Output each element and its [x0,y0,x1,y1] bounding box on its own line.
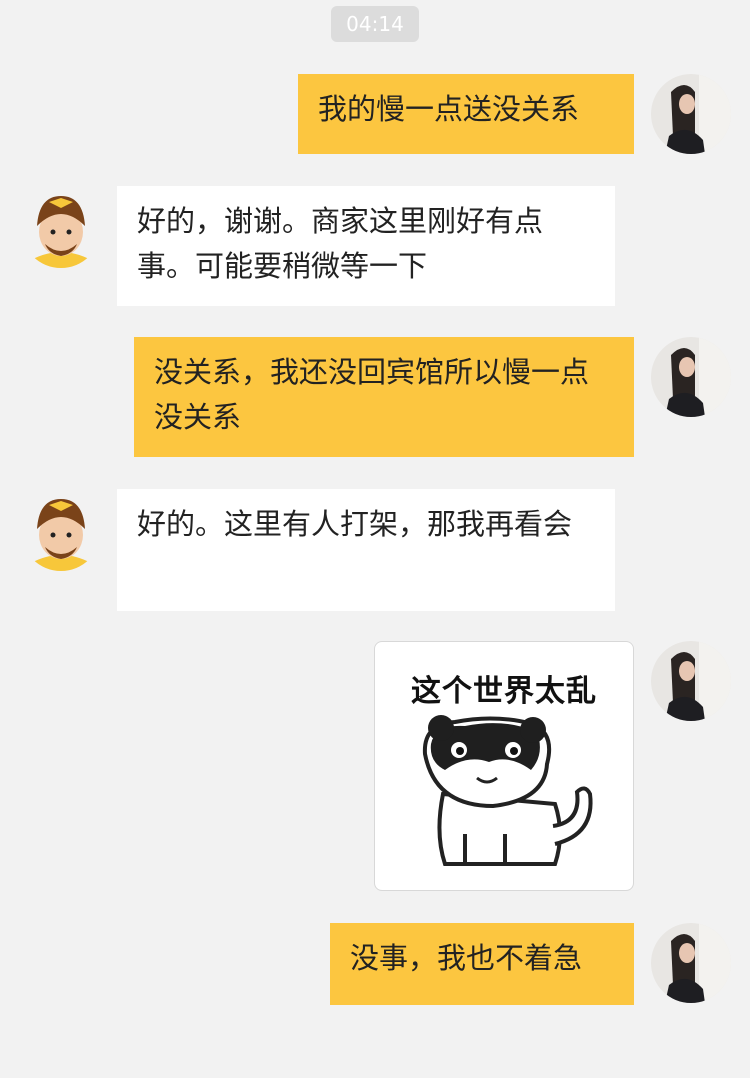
incoming-message-bubble[interactable]: 好的。这里有人打架，那我再看会 [117,489,615,611]
user-avatar[interactable] [651,74,731,154]
courier-avatar[interactable] [21,188,101,268]
message-text: 我的慢一点送没关系 [318,92,580,126]
sticker-message[interactable]: 这个世界太乱 [374,641,634,891]
timestamp: 04:14 [331,6,419,42]
message-text: 没事，我也不着急 [350,941,583,975]
sticker-caption: 这个世界太乱 [411,674,597,709]
courier-avatar[interactable] [21,491,101,571]
outgoing-message-bubble[interactable]: 没关系，我还没回宾馆所以慢一点没关系 [134,337,634,457]
user-photo-avatar-icon [651,641,731,721]
message-text: 好的，谢谢。商家这里刚好有点事。可能要稍微等一下 [137,204,544,283]
courier-cartoon-avatar-icon [21,491,101,571]
user-photo-avatar-icon [651,74,731,154]
outgoing-message-bubble[interactable]: 我的慢一点送没关系 [298,74,634,154]
user-avatar[interactable] [651,337,731,417]
outgoing-message-bubble[interactable]: 没事，我也不着急 [330,923,634,1005]
raccoon-cat-sticker-icon [422,715,593,866]
user-photo-avatar-icon [651,923,731,1003]
message-text: 没关系，我还没回宾馆所以慢一点没关系 [154,355,590,434]
message-text: 好的。这里有人打架，那我再看会 [137,507,573,541]
user-photo-avatar-icon [651,337,731,417]
user-avatar[interactable] [651,641,731,721]
incoming-message-bubble[interactable]: 好的，谢谢。商家这里刚好有点事。可能要稍微等一下 [117,186,615,306]
user-avatar[interactable] [651,923,731,1003]
courier-cartoon-avatar-icon [21,188,101,268]
